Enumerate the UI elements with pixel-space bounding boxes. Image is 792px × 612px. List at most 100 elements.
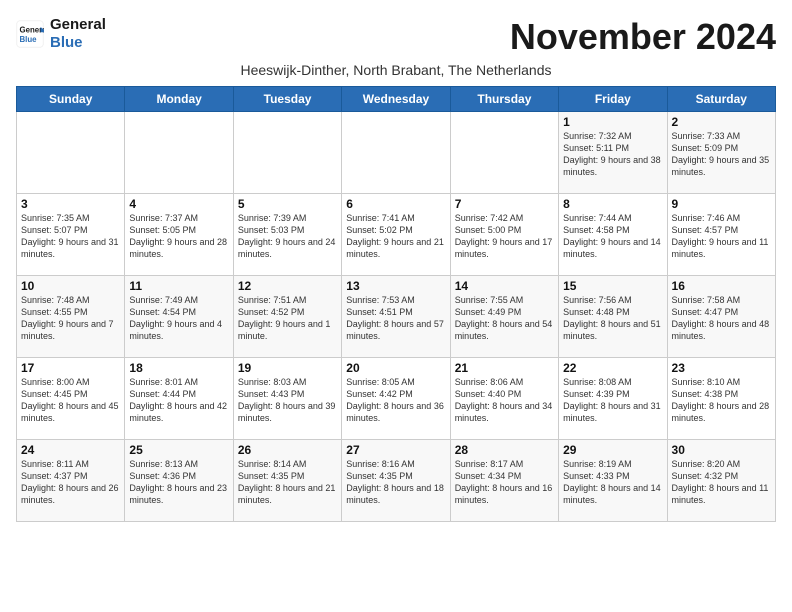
day-info: Sunrise: 7:39 AM Sunset: 5:03 PM Dayligh… — [238, 212, 337, 261]
day-info: Sunrise: 8:16 AM Sunset: 4:35 PM Dayligh… — [346, 458, 445, 507]
day-number: 22 — [563, 361, 662, 375]
day-number: 4 — [129, 197, 228, 211]
day-cell-1: 1Sunrise: 7:32 AM Sunset: 5:11 PM Daylig… — [559, 112, 667, 194]
day-cell-23: 23Sunrise: 8:10 AM Sunset: 4:38 PM Dayli… — [667, 358, 775, 440]
day-info: Sunrise: 7:42 AM Sunset: 5:00 PM Dayligh… — [455, 212, 554, 261]
weekday-header-friday: Friday — [559, 87, 667, 112]
day-info: Sunrise: 8:03 AM Sunset: 4:43 PM Dayligh… — [238, 376, 337, 425]
month-title: November 2024 — [510, 16, 776, 58]
day-number: 29 — [563, 443, 662, 457]
day-cell-8: 8Sunrise: 7:44 AM Sunset: 4:58 PM Daylig… — [559, 194, 667, 276]
day-cell-13: 13Sunrise: 7:53 AM Sunset: 4:51 PM Dayli… — [342, 276, 450, 358]
day-cell-7: 7Sunrise: 7:42 AM Sunset: 5:00 PM Daylig… — [450, 194, 558, 276]
day-number: 27 — [346, 443, 445, 457]
subtitle: Heeswijk-Dinther, North Brabant, The Net… — [16, 62, 776, 78]
day-number: 23 — [672, 361, 771, 375]
day-number: 2 — [672, 115, 771, 129]
weekday-header-tuesday: Tuesday — [233, 87, 341, 112]
day-cell-26: 26Sunrise: 8:14 AM Sunset: 4:35 PM Dayli… — [233, 440, 341, 522]
week-row-3: 10Sunrise: 7:48 AM Sunset: 4:55 PM Dayli… — [17, 276, 776, 358]
day-info: Sunrise: 8:20 AM Sunset: 4:32 PM Dayligh… — [672, 458, 771, 507]
day-cell-14: 14Sunrise: 7:55 AM Sunset: 4:49 PM Dayli… — [450, 276, 558, 358]
calendar-table: SundayMondayTuesdayWednesdayThursdayFrid… — [16, 86, 776, 522]
day-cell-empty-4 — [450, 112, 558, 194]
day-info: Sunrise: 7:44 AM Sunset: 4:58 PM Dayligh… — [563, 212, 662, 261]
day-cell-2: 2Sunrise: 7:33 AM Sunset: 5:09 PM Daylig… — [667, 112, 775, 194]
day-cell-11: 11Sunrise: 7:49 AM Sunset: 4:54 PM Dayli… — [125, 276, 233, 358]
week-row-2: 3Sunrise: 7:35 AM Sunset: 5:07 PM Daylig… — [17, 194, 776, 276]
day-number: 20 — [346, 361, 445, 375]
day-cell-22: 22Sunrise: 8:08 AM Sunset: 4:39 PM Dayli… — [559, 358, 667, 440]
day-cell-4: 4Sunrise: 7:37 AM Sunset: 5:05 PM Daylig… — [125, 194, 233, 276]
day-info: Sunrise: 7:53 AM Sunset: 4:51 PM Dayligh… — [346, 294, 445, 343]
day-number: 30 — [672, 443, 771, 457]
day-number: 15 — [563, 279, 662, 293]
day-cell-10: 10Sunrise: 7:48 AM Sunset: 4:55 PM Dayli… — [17, 276, 125, 358]
weekday-header-monday: Monday — [125, 87, 233, 112]
day-number: 18 — [129, 361, 228, 375]
day-info: Sunrise: 7:37 AM Sunset: 5:05 PM Dayligh… — [129, 212, 228, 261]
day-info: Sunrise: 8:01 AM Sunset: 4:44 PM Dayligh… — [129, 376, 228, 425]
logo-general: General — [50, 16, 106, 34]
day-number: 16 — [672, 279, 771, 293]
day-cell-3: 3Sunrise: 7:35 AM Sunset: 5:07 PM Daylig… — [17, 194, 125, 276]
day-info: Sunrise: 8:14 AM Sunset: 4:35 PM Dayligh… — [238, 458, 337, 507]
logo: General Blue General Blue — [16, 16, 106, 52]
day-cell-12: 12Sunrise: 7:51 AM Sunset: 4:52 PM Dayli… — [233, 276, 341, 358]
day-number: 26 — [238, 443, 337, 457]
week-row-1: 1Sunrise: 7:32 AM Sunset: 5:11 PM Daylig… — [17, 112, 776, 194]
day-info: Sunrise: 8:05 AM Sunset: 4:42 PM Dayligh… — [346, 376, 445, 425]
day-number: 19 — [238, 361, 337, 375]
weekday-header-saturday: Saturday — [667, 87, 775, 112]
day-cell-18: 18Sunrise: 8:01 AM Sunset: 4:44 PM Dayli… — [125, 358, 233, 440]
day-number: 13 — [346, 279, 445, 293]
day-info: Sunrise: 7:33 AM Sunset: 5:09 PM Dayligh… — [672, 130, 771, 179]
day-info: Sunrise: 7:58 AM Sunset: 4:47 PM Dayligh… — [672, 294, 771, 343]
day-number: 6 — [346, 197, 445, 211]
logo-blue: Blue — [50, 34, 106, 52]
day-number: 28 — [455, 443, 554, 457]
day-number: 14 — [455, 279, 554, 293]
day-number: 25 — [129, 443, 228, 457]
day-cell-28: 28Sunrise: 8:17 AM Sunset: 4:34 PM Dayli… — [450, 440, 558, 522]
day-cell-30: 30Sunrise: 8:20 AM Sunset: 4:32 PM Dayli… — [667, 440, 775, 522]
day-info: Sunrise: 7:32 AM Sunset: 5:11 PM Dayligh… — [563, 130, 662, 179]
day-cell-6: 6Sunrise: 7:41 AM Sunset: 5:02 PM Daylig… — [342, 194, 450, 276]
day-info: Sunrise: 7:56 AM Sunset: 4:48 PM Dayligh… — [563, 294, 662, 343]
day-number: 1 — [563, 115, 662, 129]
day-cell-27: 27Sunrise: 8:16 AM Sunset: 4:35 PM Dayli… — [342, 440, 450, 522]
day-info: Sunrise: 8:13 AM Sunset: 4:36 PM Dayligh… — [129, 458, 228, 507]
day-number: 12 — [238, 279, 337, 293]
day-cell-empty-3 — [342, 112, 450, 194]
day-cell-5: 5Sunrise: 7:39 AM Sunset: 5:03 PM Daylig… — [233, 194, 341, 276]
day-cell-19: 19Sunrise: 8:03 AM Sunset: 4:43 PM Dayli… — [233, 358, 341, 440]
day-number: 9 — [672, 197, 771, 211]
day-info: Sunrise: 7:51 AM Sunset: 4:52 PM Dayligh… — [238, 294, 337, 343]
day-info: Sunrise: 8:00 AM Sunset: 4:45 PM Dayligh… — [21, 376, 120, 425]
day-info: Sunrise: 7:41 AM Sunset: 5:02 PM Dayligh… — [346, 212, 445, 261]
weekday-header-wednesday: Wednesday — [342, 87, 450, 112]
day-cell-empty-1 — [125, 112, 233, 194]
day-number: 24 — [21, 443, 120, 457]
header: General Blue General Blue November 2024 — [16, 16, 776, 58]
svg-text:General: General — [20, 25, 45, 34]
day-cell-9: 9Sunrise: 7:46 AM Sunset: 4:57 PM Daylig… — [667, 194, 775, 276]
day-info: Sunrise: 7:49 AM Sunset: 4:54 PM Dayligh… — [129, 294, 228, 343]
day-info: Sunrise: 8:08 AM Sunset: 4:39 PM Dayligh… — [563, 376, 662, 425]
day-number: 5 — [238, 197, 337, 211]
day-number: 7 — [455, 197, 554, 211]
day-info: Sunrise: 7:46 AM Sunset: 4:57 PM Dayligh… — [672, 212, 771, 261]
day-cell-20: 20Sunrise: 8:05 AM Sunset: 4:42 PM Dayli… — [342, 358, 450, 440]
week-row-5: 24Sunrise: 8:11 AM Sunset: 4:37 PM Dayli… — [17, 440, 776, 522]
day-info: Sunrise: 8:06 AM Sunset: 4:40 PM Dayligh… — [455, 376, 554, 425]
calendar-page: General Blue General Blue November 2024 … — [0, 0, 792, 532]
day-cell-21: 21Sunrise: 8:06 AM Sunset: 4:40 PM Dayli… — [450, 358, 558, 440]
day-info: Sunrise: 8:17 AM Sunset: 4:34 PM Dayligh… — [455, 458, 554, 507]
day-number: 8 — [563, 197, 662, 211]
day-cell-16: 16Sunrise: 7:58 AM Sunset: 4:47 PM Dayli… — [667, 276, 775, 358]
day-info: Sunrise: 7:35 AM Sunset: 5:07 PM Dayligh… — [21, 212, 120, 261]
day-cell-17: 17Sunrise: 8:00 AM Sunset: 4:45 PM Dayli… — [17, 358, 125, 440]
day-info: Sunrise: 8:11 AM Sunset: 4:37 PM Dayligh… — [21, 458, 120, 507]
day-number: 3 — [21, 197, 120, 211]
day-cell-25: 25Sunrise: 8:13 AM Sunset: 4:36 PM Dayli… — [125, 440, 233, 522]
